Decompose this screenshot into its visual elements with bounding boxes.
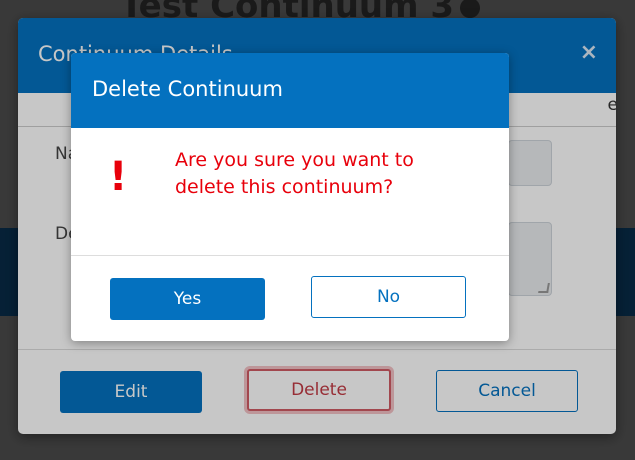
yes-button[interactable]: Yes bbox=[110, 278, 265, 320]
confirm-message: Are you sure you want to delete this con… bbox=[175, 149, 414, 198]
confirm-dialog-title: Delete Continuum bbox=[92, 77, 283, 101]
exclamation-icon: ! bbox=[109, 154, 128, 200]
no-button[interactable]: No bbox=[311, 276, 466, 318]
confirm-dialog-header: Delete Continuum bbox=[71, 53, 509, 128]
confirm-divider bbox=[71, 255, 509, 256]
delete-confirm-dialog: Delete Continuum ! Are you sure you want… bbox=[71, 53, 509, 341]
